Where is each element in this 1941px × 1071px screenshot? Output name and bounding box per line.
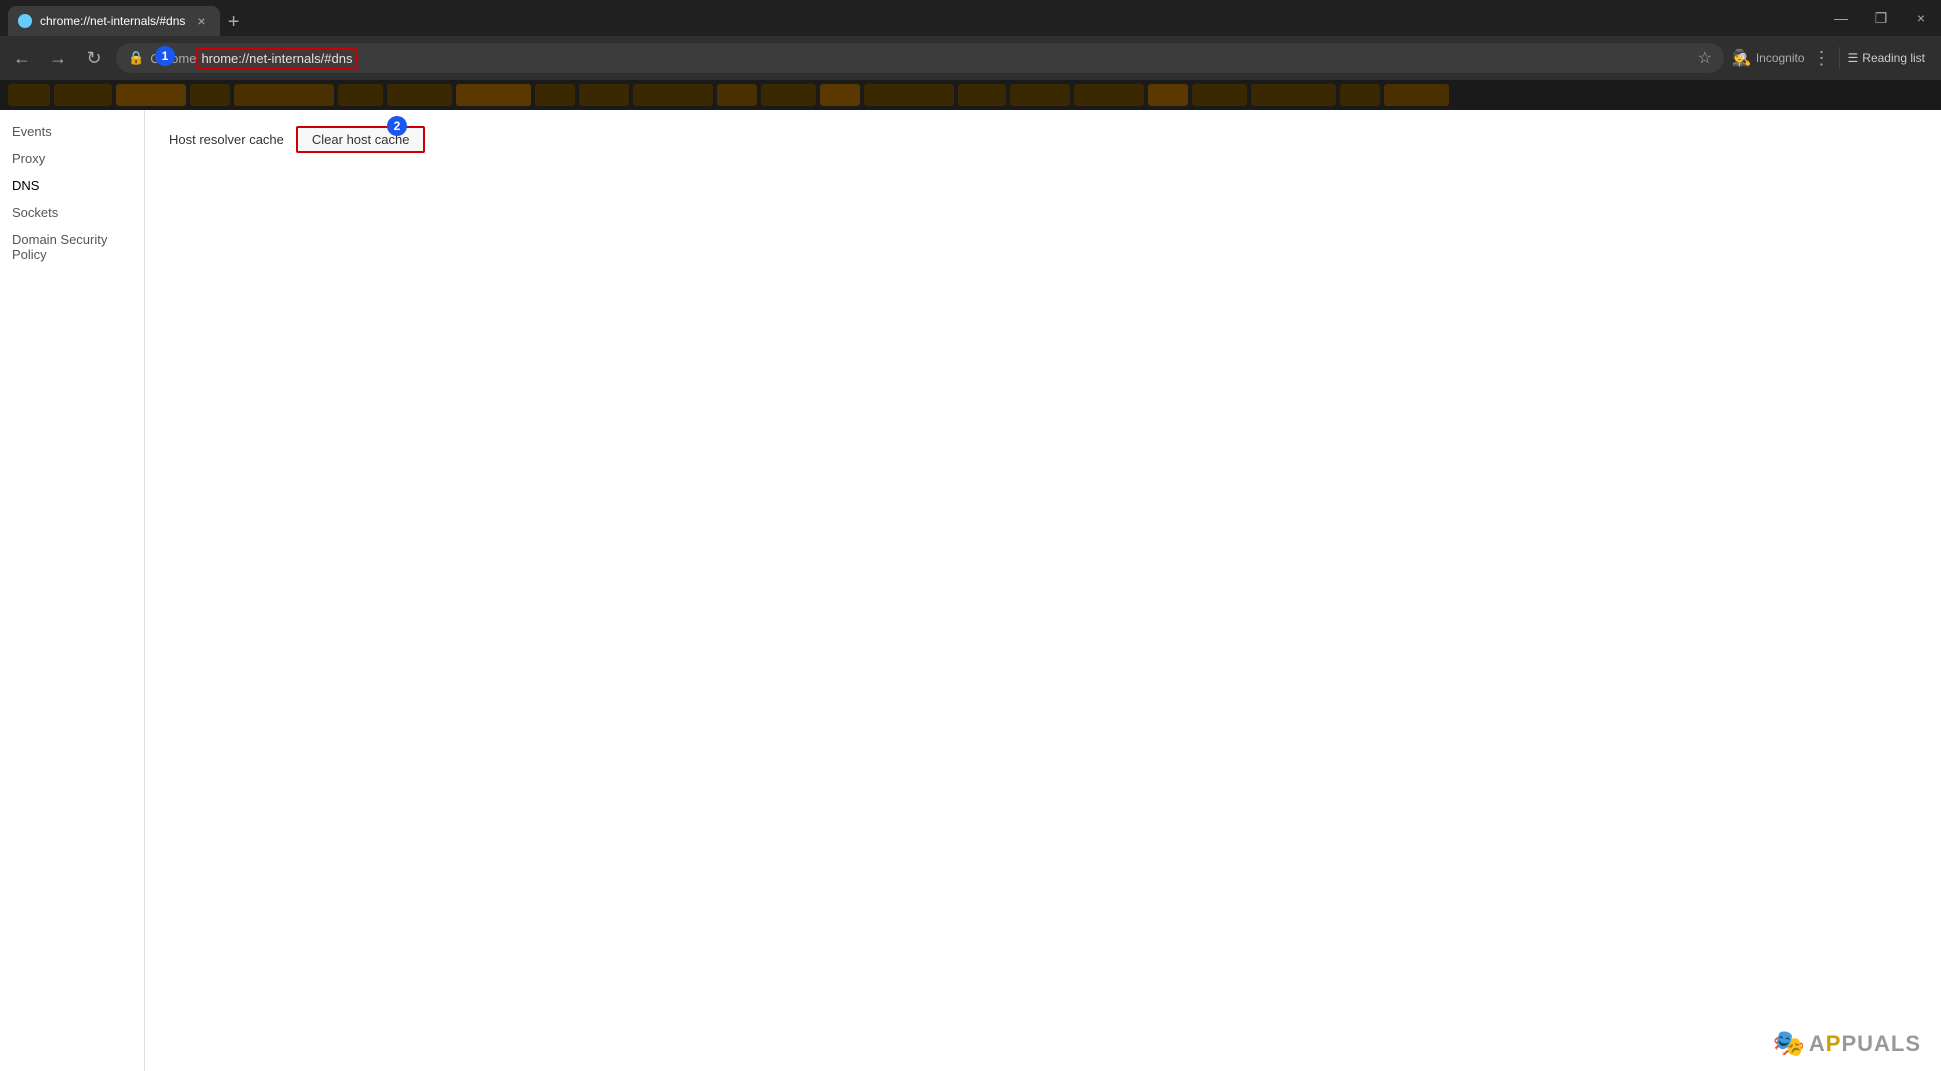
sidebar: Events Proxy DNS Sockets Domain Security… (0, 110, 145, 1071)
watermark: 🎭 APPUALS (1772, 1028, 1921, 1059)
active-tab[interactable]: chrome://net-internals/#dns × (8, 6, 220, 36)
minimize-button[interactable]: — (1829, 6, 1853, 30)
annotation-circle-1: 1 (155, 46, 175, 66)
bookmark-item[interactable] (1148, 84, 1188, 106)
bookmark-item[interactable] (1192, 84, 1247, 106)
sidebar-item-domain-security-policy[interactable]: Domain Security Policy (0, 226, 144, 268)
incognito-icon: 🕵 (1732, 48, 1752, 68)
forward-button[interactable]: → (44, 44, 72, 72)
bookmark-item[interactable] (761, 84, 816, 106)
address-right-controls: 🕵 Incognito ⋮ ☰ Reading list (1732, 47, 1933, 69)
tab-close-button[interactable]: × (193, 11, 209, 31)
bookmark-item[interactable] (717, 84, 757, 106)
security-icon: 🔒 (128, 50, 144, 66)
bookmark-item[interactable] (579, 84, 629, 106)
url-highlighted: hrome://net-internals/#dns (196, 48, 357, 69)
reading-list-icon: ☰ (1848, 51, 1859, 65)
back-button[interactable]: ← (8, 44, 36, 72)
tab-title: chrome://net-internals/#dns (40, 14, 185, 28)
bookmark-item[interactable] (1251, 84, 1336, 106)
tab-favicon (18, 14, 32, 28)
bookmark-item[interactable] (234, 84, 334, 106)
tab-area: chrome://net-internals/#dns × + (8, 0, 1821, 36)
watermark-icon: 🎭 (1772, 1028, 1804, 1059)
bookmark-star-icon[interactable]: ☆ (1698, 48, 1712, 68)
reading-list-label: Reading list (1862, 51, 1925, 65)
reading-list-button[interactable]: ☰ Reading list (1839, 47, 1933, 69)
close-button[interactable]: × (1909, 6, 1933, 30)
addressbar-row: 1 ← → ↻ 🔒 Chromehrome://net-internals/#d… (0, 36, 1941, 80)
bookmarks-bar (0, 80, 1941, 110)
bookmark-item[interactable] (387, 84, 452, 106)
restore-button[interactable]: ❐ (1869, 6, 1893, 30)
new-tab-button[interactable]: + (220, 8, 248, 36)
sidebar-item-dns[interactable]: DNS (0, 172, 144, 199)
incognito-label: Incognito (1756, 51, 1805, 65)
address-bar[interactable]: 🔒 Chromehrome://net-internals/#dns ☆ (116, 43, 1724, 73)
bookmark-item[interactable] (54, 84, 112, 106)
bookmark-item[interactable] (456, 84, 531, 106)
sidebar-item-proxy[interactable]: Proxy (0, 145, 144, 172)
bookmark-item[interactable] (633, 84, 713, 106)
bookmark-item[interactable] (864, 84, 954, 106)
content-area: Events Proxy DNS Sockets Domain Security… (0, 110, 1941, 1071)
watermark-text: APPUALS (1809, 1031, 1921, 1057)
bookmark-item[interactable] (338, 84, 383, 106)
bookmark-item[interactable] (820, 84, 860, 106)
window-controls: — ❐ × (1829, 6, 1933, 30)
bookmark-item[interactable] (1384, 84, 1449, 106)
sidebar-item-sockets[interactable]: Sockets (0, 199, 144, 226)
bookmark-item[interactable] (116, 84, 186, 106)
bookmark-item[interactable] (1074, 84, 1144, 106)
dns-row: Host resolver cache 2 Clear host cache (169, 126, 1917, 153)
bookmark-item[interactable] (1010, 84, 1070, 106)
sidebar-item-events[interactable]: Events (0, 118, 144, 145)
annotation-circle-2: 2 (387, 116, 407, 136)
bookmark-item[interactable] (958, 84, 1006, 106)
bookmark-item[interactable] (1340, 84, 1380, 106)
titlebar: chrome://net-internals/#dns × + — ❐ × (0, 0, 1941, 36)
reload-button[interactable]: ↻ (80, 44, 108, 72)
main-panel: Host resolver cache 2 Clear host cache 🎭… (145, 110, 1941, 1071)
incognito-button[interactable]: 🕵 Incognito (1732, 48, 1805, 68)
more-options-button[interactable]: ⋮ (1813, 48, 1831, 69)
bookmark-item[interactable] (535, 84, 575, 106)
bookmark-item[interactable] (8, 84, 50, 106)
host-resolver-label: Host resolver cache (169, 132, 284, 147)
address-text: Chromehrome://net-internals/#dns (150, 51, 1687, 66)
bookmark-item[interactable] (190, 84, 230, 106)
